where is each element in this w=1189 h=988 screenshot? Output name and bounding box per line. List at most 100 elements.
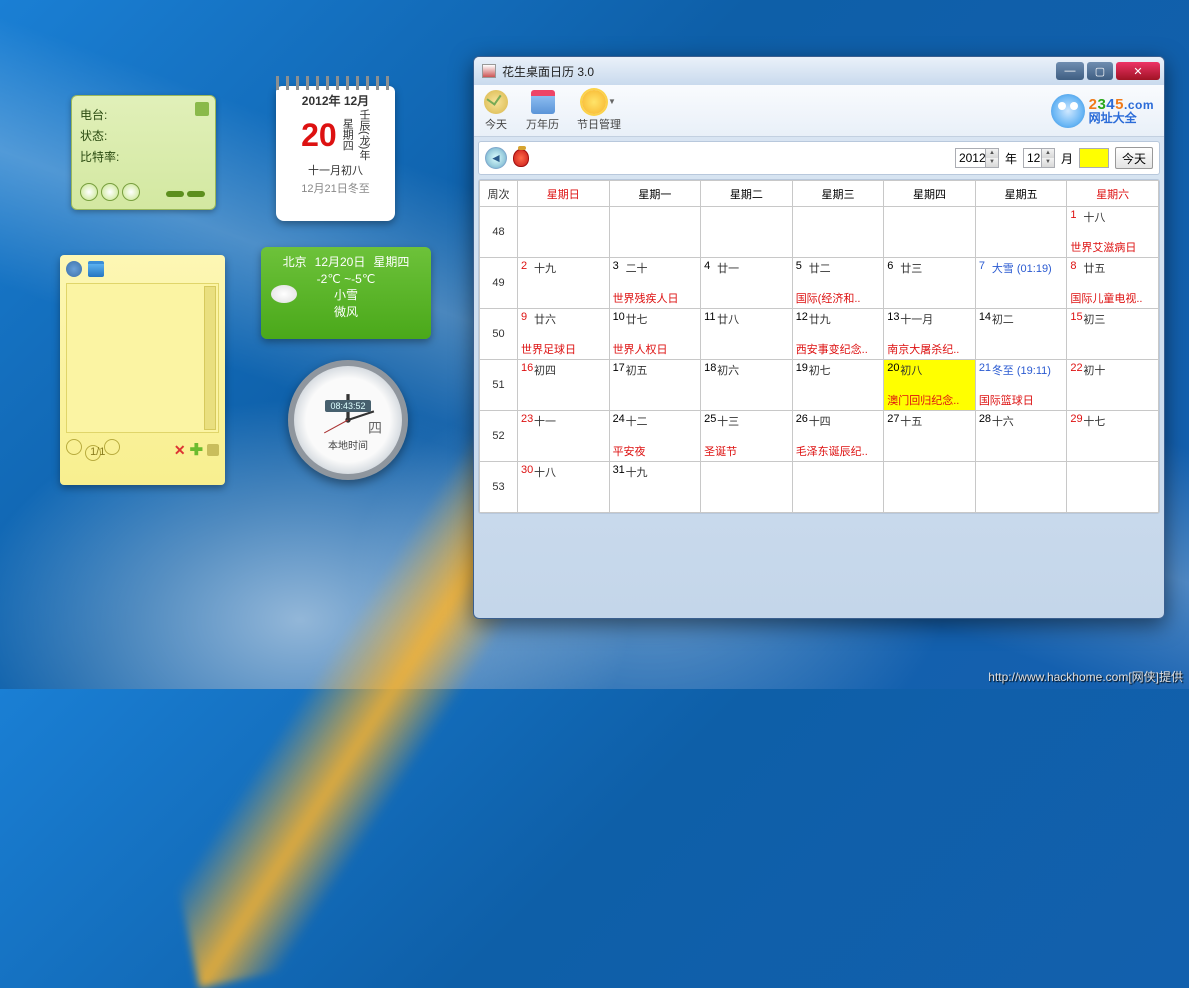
next-note-button[interactable] xyxy=(104,439,120,455)
header-tue: 星期二 xyxy=(701,181,793,207)
day-number: 21 xyxy=(979,362,991,374)
prev-button[interactable] xyxy=(101,183,119,201)
calendar-cell[interactable]: 28十六 xyxy=(975,411,1067,462)
day-number: 26 xyxy=(796,413,808,425)
volume-down-button[interactable] xyxy=(166,191,184,197)
lantern-icon[interactable] xyxy=(513,149,529,167)
calendar-cell[interactable]: 22初十 xyxy=(1067,360,1159,411)
tearoff-ganzhi: 壬辰(龙)年 xyxy=(357,109,370,160)
notes-page: 1/1 xyxy=(85,445,101,461)
day-lunar: 初七 xyxy=(809,362,831,378)
calendar-cell[interactable] xyxy=(609,207,701,258)
highlight-color-swatch[interactable] xyxy=(1079,148,1109,168)
day-lunar: 十六 xyxy=(992,413,1014,429)
calendar-cell[interactable]: 11廿八 xyxy=(701,309,793,360)
calendar-cell[interactable]: 24十二平安夜 xyxy=(609,411,701,462)
year-down[interactable]: ▼ xyxy=(985,158,998,167)
calendar-cell[interactable] xyxy=(701,462,793,513)
notes-menu-icon[interactable] xyxy=(207,444,219,456)
today-icon xyxy=(484,90,508,114)
calendar-cell[interactable] xyxy=(975,462,1067,513)
prev-note-button[interactable] xyxy=(66,439,82,455)
next-button[interactable] xyxy=(122,183,140,201)
app-icon xyxy=(482,64,496,78)
calendar-cell[interactable]: 27十五 xyxy=(884,411,976,462)
calendar-cell[interactable]: 21冬至 (19:11)国际篮球日 xyxy=(975,360,1067,411)
month-up[interactable]: ▲ xyxy=(1041,149,1054,158)
month-down[interactable]: ▼ xyxy=(1041,158,1054,167)
calendar-cell[interactable]: 3二十世界残疾人日 xyxy=(609,258,701,309)
save-icon[interactable] xyxy=(88,261,104,277)
calendar-cell[interactable]: 25十三圣诞节 xyxy=(701,411,793,462)
calendar-cell[interactable]: 23十一 xyxy=(518,411,610,462)
titlebar[interactable]: 花生桌面日历 3.0 — ▢ ✕ xyxy=(474,57,1164,85)
calendar-cell[interactable]: 29十七 xyxy=(1067,411,1159,462)
day-note: 世界艾滋病日 xyxy=(1070,239,1156,255)
nav-back-button[interactable]: ◄ xyxy=(485,147,507,169)
header-sun: 星期日 xyxy=(518,181,610,207)
calendar-cell[interactable]: 10廿七世界人权日 xyxy=(609,309,701,360)
calendar-cell[interactable]: 12廿九西安事变纪念.. xyxy=(792,309,884,360)
calendar-cell[interactable]: 20初八澳门回归纪念.. xyxy=(884,360,976,411)
calendar-cell[interactable] xyxy=(884,207,976,258)
calendar-cell[interactable] xyxy=(884,462,976,513)
calendar-icon xyxy=(531,90,555,114)
day-lunar: 十四 xyxy=(809,413,831,429)
settings-icon[interactable] xyxy=(66,261,82,277)
calendar-cell[interactable]: 17初五 xyxy=(609,360,701,411)
close-button[interactable]: ✕ xyxy=(1116,62,1160,80)
volume-up-button[interactable] xyxy=(187,191,205,197)
goto-today-button[interactable]: 今天 xyxy=(1115,147,1153,169)
calendar-cell[interactable]: 16初四 xyxy=(518,360,610,411)
calendar-cell[interactable] xyxy=(1067,462,1159,513)
calendar-cell[interactable] xyxy=(518,207,610,258)
day-number: 4 xyxy=(704,260,710,272)
day-lunar: 廿三 xyxy=(900,260,922,276)
calendar-cell[interactable]: 9廿六世界足球日 xyxy=(518,309,610,360)
calendar-cell[interactable]: 26十四毛泽东诞辰纪.. xyxy=(792,411,884,462)
toolbar-calendar[interactable]: 万年历 xyxy=(526,90,559,132)
calendar-cell[interactable]: 4廿一 xyxy=(701,258,793,309)
toolbar-festival[interactable]: ▼ 节日管理 xyxy=(577,90,621,132)
calendar-cell[interactable]: 19初七 xyxy=(792,360,884,411)
day-number: 28 xyxy=(979,413,991,425)
calendar-cell[interactable]: 7大雪 (01:19) xyxy=(975,258,1067,309)
calendar-cell[interactable]: 13十一月南京大屠杀纪.. xyxy=(884,309,976,360)
day-number: 31 xyxy=(613,464,625,476)
calendar-cell[interactable]: 31十九 xyxy=(609,462,701,513)
day-number: 29 xyxy=(1070,413,1082,425)
clock-gadget: 08:43:52 四 本地时间 xyxy=(288,360,408,480)
radio-gadget: 电台: 状态: 比特率: xyxy=(71,95,216,210)
day-lunar: 十八 xyxy=(534,464,556,480)
weather-wind: 微风 xyxy=(269,303,423,320)
brand-logo[interactable]: 2345.com 网址大全 xyxy=(1051,94,1154,128)
add-note-button[interactable]: ✚ xyxy=(190,440,203,460)
day-lunar: 廿二 xyxy=(809,260,831,276)
calendar-cell[interactable]: 6廿三 xyxy=(884,258,976,309)
header-week: 周次 xyxy=(480,181,518,207)
radio-menu-icon[interactable] xyxy=(195,102,209,116)
calendar-cell[interactable] xyxy=(975,207,1067,258)
play-button[interactable] xyxy=(80,183,98,201)
calendar-cell[interactable]: 14初二 xyxy=(975,309,1067,360)
toolbar-today[interactable]: 今天 xyxy=(484,90,508,132)
calendar-cell[interactable] xyxy=(792,462,884,513)
radio-bitrate-label: 比特率: xyxy=(80,150,119,164)
minimize-button[interactable]: — xyxy=(1056,62,1084,80)
day-number: 9 xyxy=(521,311,527,323)
calendar-cell[interactable]: 1十八世界艾滋病日 xyxy=(1067,207,1159,258)
calendar-cell[interactable]: 8廿五国际儿童电视.. xyxy=(1067,258,1159,309)
calendar-cell[interactable] xyxy=(792,207,884,258)
maximize-button[interactable]: ▢ xyxy=(1087,62,1113,80)
calendar-cell[interactable]: 18初六 xyxy=(701,360,793,411)
calendar-cell[interactable]: 30十八 xyxy=(518,462,610,513)
calendar-cell[interactable]: 2十九 xyxy=(518,258,610,309)
year-up[interactable]: ▲ xyxy=(985,149,998,158)
day-lunar: 初八 xyxy=(900,362,922,378)
calendar-cell[interactable] xyxy=(701,207,793,258)
delete-note-button[interactable]: ✕ xyxy=(174,442,186,459)
calendar-cell[interactable]: 5廿二国际(经济和.. xyxy=(792,258,884,309)
calendar-cell[interactable]: 15初三 xyxy=(1067,309,1159,360)
notes-textarea[interactable] xyxy=(66,283,219,433)
weather-date: 12月20日 xyxy=(315,253,366,270)
